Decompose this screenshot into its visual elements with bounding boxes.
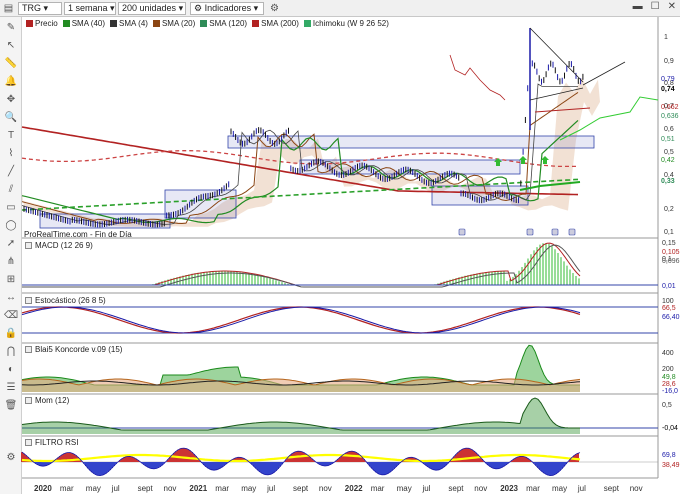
rsi-filter-label[interactable]: FILTRO RSI — [25, 438, 78, 448]
price-value-label: 0,33 — [661, 178, 675, 185]
momentum-axis-tick: 0,5 — [662, 402, 672, 409]
ichimoku-base-line — [519, 181, 581, 191]
time-axis-label: sept — [137, 484, 153, 493]
price-value-label: 0,42 — [661, 157, 675, 164]
time-axis-label: jul — [111, 484, 120, 493]
event-marker-icon — [458, 228, 466, 236]
stochastic-k-value: 66,5 — [662, 305, 676, 312]
time-axis-label: mar — [215, 484, 230, 493]
time-axis-label: may — [396, 484, 412, 493]
pane-toggle-icon[interactable] — [25, 346, 32, 353]
time-axis-label: 2022 — [344, 484, 363, 493]
highlight-zone — [227, 135, 595, 149]
time-axis-label: mar — [59, 484, 74, 493]
triangle-pattern — [529, 27, 626, 101]
rsi-filter-value: 38,49 — [662, 462, 680, 469]
price-value-label: 0,51 — [661, 136, 675, 143]
time-axis-label: 2021 — [189, 484, 208, 493]
price-value-label: 0,662 — [661, 104, 679, 111]
momentum-line-area — [22, 398, 580, 434]
stochastic-label-text: Estocástico (26 8 5) — [35, 296, 106, 305]
macd-label-text: MACD (12 26 9) — [35, 241, 93, 250]
time-axis-label: sept — [293, 484, 309, 493]
time-axis-label: 2023 — [500, 484, 518, 493]
koncorde-axis-tick: 200 — [662, 366, 674, 373]
rsi-value: 69,8 — [662, 452, 676, 459]
price-axis-tick: 0,2 — [664, 206, 674, 213]
time-axis-label: mar — [526, 484, 540, 493]
macd-axis-tick: 0,15 — [662, 240, 676, 247]
price-value-label: 0,74 — [661, 86, 675, 93]
momentum-value: -0,04 — [662, 425, 678, 432]
koncorde-label[interactable]: Blai5 Koncorde v.09 (15) — [25, 345, 122, 355]
stochastic-axis-tick: 100 — [662, 298, 674, 305]
time-axis-label: mar — [370, 484, 385, 493]
macd-signal-line — [22, 244, 581, 288]
chikou-line — [449, 54, 506, 101]
pane-toggle-icon[interactable] — [25, 297, 32, 304]
time-axis-label: jul — [422, 484, 431, 493]
price-axis-tick: 0,6 — [664, 126, 674, 133]
price-value-label: 0,636 — [661, 113, 679, 120]
rsi-filter-label-text: FILTRO RSI — [35, 438, 79, 447]
time-axis-label: nov — [163, 484, 177, 493]
time-axis-label: sept — [603, 484, 619, 493]
time-axis-label: sept — [448, 484, 464, 493]
stochastic-d-line — [21, 306, 581, 334]
time-axis-label: may — [241, 484, 257, 493]
event-marker-icon — [551, 228, 559, 236]
data-source-footer: ProRealTime.com - Fin de Día — [24, 230, 132, 239]
macd-histogram-value: 0,01 — [662, 283, 676, 290]
momentum-label-text: Mom (12) — [35, 396, 70, 405]
pane-toggle-icon[interactable] — [25, 439, 32, 446]
price-value-label: 0,79 — [661, 76, 675, 83]
macd-label[interactable]: MACD (12 26 9) — [25, 241, 93, 251]
koncorde-axis-tick: 400 — [662, 350, 674, 357]
koncorde-label-text: Blai5 Koncorde v.09 (15) — [35, 345, 123, 354]
macd-signal-value: 0,096 — [662, 258, 680, 265]
time-axis-label: nov — [474, 484, 488, 493]
stochastic-label[interactable]: Estocástico (26 8 5) — [25, 296, 106, 306]
time-axis-label: may — [552, 484, 568, 493]
time-axis-label: jul — [267, 484, 276, 493]
macd-line — [22, 242, 581, 286]
time-axis-label: may — [85, 484, 101, 493]
event-marker-icon — [568, 228, 576, 236]
pane-toggle-icon[interactable] — [25, 397, 32, 404]
time-axis-label: nov — [318, 484, 332, 493]
price-axis-tick: 0,9 — [664, 58, 674, 65]
pane-toggle-icon[interactable] — [25, 242, 32, 249]
chart-canvas[interactable] — [0, 0, 680, 494]
macd-value: 0,105 — [662, 249, 680, 256]
time-axis-label: 2020 — [34, 484, 52, 493]
koncorde-blue-value: -16,0 — [662, 388, 678, 395]
event-marker-icon — [526, 228, 534, 236]
price-axis-tick: 0,1 — [664, 229, 674, 236]
stochastic-k-line — [21, 306, 581, 334]
time-axis-label: jul — [577, 484, 586, 493]
momentum-label[interactable]: Mom (12) — [25, 396, 69, 406]
stochastic-d-value: 66,40 — [662, 314, 680, 321]
price-axis-tick: 0,5 — [664, 149, 674, 156]
time-axis-label: nov — [629, 484, 643, 493]
price-axis-tick: 1 — [664, 34, 668, 41]
